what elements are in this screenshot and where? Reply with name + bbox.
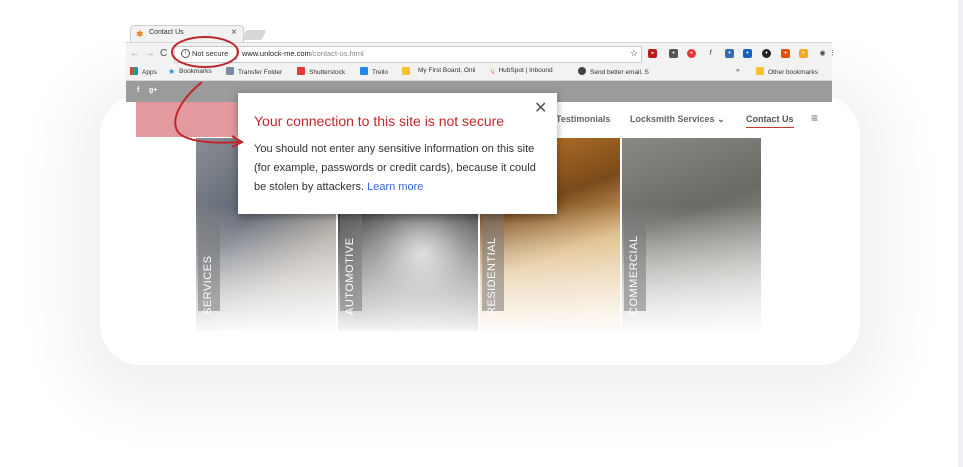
bookmark-other-bookmarks[interactable]: Other bookmarks [756, 67, 818, 76]
info-icon[interactable]: i [181, 49, 190, 58]
bookmark-label: My First Board, Onli [418, 67, 476, 74]
hubspot-icon: ʮ [490, 68, 495, 75]
bookmark-shutterstock[interactable]: Shutterstock [297, 67, 345, 76]
close-icon[interactable]: ✕ [534, 98, 547, 118]
joomla-favicon-icon: ✱ [136, 29, 144, 39]
bookmark-label: Shutterstock [309, 69, 346, 76]
bookmark-hubspot[interactable]: ʮ HubSpot | Inbound [490, 67, 553, 76]
bookmark-my-first-board[interactable]: My First Board, Onli [418, 67, 475, 74]
not-secure-label[interactable]: Not secure [192, 49, 228, 58]
bookmark-label: Apps [142, 69, 157, 76]
folder-icon [226, 67, 234, 75]
nav-label: Locksmith Services [630, 114, 715, 124]
bookmark-label: HubSpot | Inbound [498, 67, 553, 74]
extension-icon[interactable]: • [669, 49, 678, 58]
tab-close-icon[interactable]: × [231, 27, 237, 38]
panel-label: AUTOMOTIVE [344, 237, 356, 315]
bookmark-star-icon[interactable]: ☆ [630, 48, 638, 59]
extension-icon-2[interactable]: • [725, 49, 734, 58]
star-icon: ★ [168, 67, 176, 76]
bookmark-label: Trello [372, 69, 389, 76]
adblock-icon[interactable]: • [687, 49, 696, 58]
learn-more-link[interactable]: Learn more [367, 181, 423, 193]
email-extension-icon [578, 67, 586, 75]
apps-grid-icon [130, 67, 138, 75]
bookmark-label: Send better email. S [590, 69, 649, 76]
popup-title: Your connection to this site is not secu… [254, 113, 505, 129]
address-separator [236, 49, 237, 60]
nav-testimonials[interactable]: Testimonials [556, 114, 610, 124]
address-bar[interactable]: i Not secure www.unlock-me.com/contact-u… [174, 46, 642, 63]
more-menu-icon[interactable]: ⋮ [828, 49, 837, 58]
pdf-extension-icon[interactable]: ▪ [648, 49, 657, 58]
extension-icon-4[interactable]: • [762, 49, 771, 58]
nav-locksmith-services[interactable]: Locksmith Services ⌄ [630, 114, 725, 125]
commercial-panel[interactable]: COMMERCIAL [622, 138, 761, 331]
connection-info-popup: Your connection to this site is not secu… [238, 93, 557, 214]
extension-icon-5[interactable]: • [781, 49, 790, 58]
tab-contact-us[interactable]: ✱ Contact Us × [130, 25, 244, 43]
url-text[interactable]: www.unlock-me.com/contact-us.html [242, 49, 364, 58]
reload-icon[interactable]: C [160, 48, 167, 59]
bookmark-transfer-folder[interactable]: Transfer Folder [226, 67, 282, 76]
bookmark-label: Bookmarks [179, 68, 212, 75]
trello-icon [360, 67, 368, 75]
bookmark-label: Transfer Folder [238, 69, 283, 76]
new-tab-button[interactable] [241, 30, 267, 40]
bookmark-apps[interactable]: Apps [130, 67, 157, 76]
page-right-edge [958, 0, 963, 467]
hamburger-menu-icon[interactable]: ≡ [811, 111, 818, 125]
facebook-icon[interactable]: f [137, 87, 139, 94]
folder-icon [756, 67, 764, 75]
shutterstock-icon [297, 67, 305, 75]
panel-label: SERVICES [202, 255, 214, 315]
bookmarks-overflow-chevron[interactable]: » [736, 67, 740, 74]
bookmark-label: Other bookmarks [768, 69, 818, 76]
panel-label: RESIDENTIAL [486, 237, 498, 315]
bookmark-folder[interactable] [402, 67, 414, 76]
tab-title: Contact Us [149, 29, 184, 36]
popup-body: You should not enter any sensitive infor… [254, 140, 549, 197]
browser-toolbar: ← → C i Not secure www.unlock-me.com/con… [126, 42, 836, 65]
site-logo[interactable] [136, 102, 251, 137]
back-arrow-icon[interactable]: ← [130, 48, 140, 59]
folder-icon [402, 67, 410, 75]
forward-arrow-icon[interactable]: → [145, 48, 155, 59]
google-plus-icon[interactable]: g+ [149, 87, 157, 94]
font-extension-icon[interactable]: f [706, 49, 715, 58]
extension-icon-3[interactable]: • [743, 49, 752, 58]
chevron-down-icon: ⌄ [717, 114, 725, 124]
bookmarks-bar: Apps ★ Bookmarks Transfer Folder Shutters… [126, 64, 832, 81]
bookmark-bookmarks[interactable]: ★ Bookmarks [168, 67, 212, 76]
panel-label: COMMERCIAL [628, 235, 640, 315]
tab-strip: ✱ Contact Us × [126, 22, 832, 43]
nav-contact-us[interactable]: Contact Us [746, 114, 794, 128]
camera-icon[interactable]: ◉ [818, 49, 827, 58]
bookmark-send-better-email[interactable]: Send better email. S [578, 67, 649, 76]
url-path: /contact-us.html [310, 49, 364, 58]
extension-icon-6[interactable]: • [799, 49, 808, 58]
bookmark-trello[interactable]: Trello [360, 67, 388, 76]
url-host: www.unlock-me.com [242, 49, 311, 58]
